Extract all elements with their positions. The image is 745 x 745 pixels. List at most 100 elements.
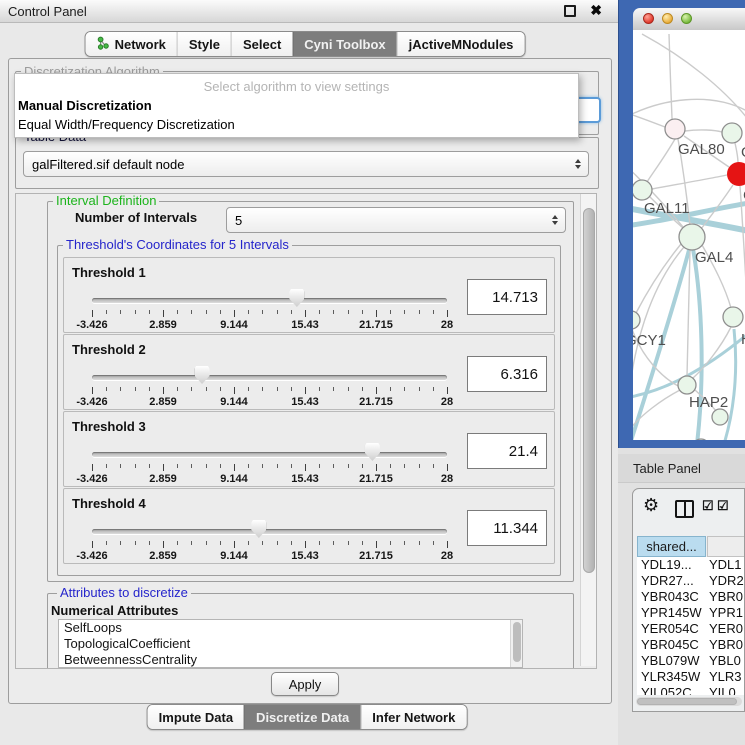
network-node-ga[interactable] (722, 123, 742, 143)
close-traffic-light-icon[interactable] (643, 13, 654, 24)
threshold-value-field[interactable]: 11.344 (467, 510, 547, 546)
column-header-shared-name[interactable]: shared... (637, 536, 706, 557)
tab-cyni-toolbox[interactable]: Cyni Toolbox (292, 32, 396, 56)
algorithm-option-manual-discretization[interactable]: Manual Discretization (15, 96, 578, 115)
column-layout-icon[interactable] (675, 500, 694, 518)
cell-shared-name[interactable]: YDL19... (641, 557, 692, 573)
table-row[interactable]: YDL19... YDL1 (637, 557, 744, 573)
threshold-value-field[interactable]: 14.713 (467, 279, 547, 315)
tick-mark (390, 464, 391, 468)
settings-vertical-scrollbar[interactable] (580, 194, 597, 666)
table-row[interactable]: YPR145W YPR1 (637, 605, 744, 621)
tab-discretize-data[interactable]: Discretize Data (244, 705, 360, 729)
network-node-gal4[interactable] (679, 224, 705, 250)
table-horizontal-scrollbar-thumb[interactable] (637, 698, 737, 705)
settings-scrollbar-thumb[interactable] (583, 208, 595, 573)
slider-thumb[interactable] (365, 443, 380, 461)
network-node-hap2[interactable] (678, 376, 696, 394)
cell-shared-name[interactable]: YPR145W (641, 605, 702, 621)
tick-mark (120, 387, 121, 391)
cell-name[interactable]: YDR2 (709, 573, 744, 589)
table-row[interactable]: YLR345W YLR3 (637, 669, 744, 685)
cell-name[interactable]: YER0 (709, 621, 743, 637)
attribute-list-item-betweennesscentrality[interactable]: BetweennessCentrality (59, 652, 522, 668)
apply-button[interactable]: Apply (271, 672, 339, 696)
slider-thumb[interactable] (289, 289, 304, 307)
column-header-name[interactable]: na (707, 536, 745, 557)
number-of-intervals-combobox[interactable]: 5 (226, 207, 566, 233)
table-row[interactable]: YBL079W YBL0 (637, 653, 744, 669)
cell-shared-name[interactable]: YLR345W (641, 669, 700, 685)
tick-mark (149, 310, 150, 314)
tick-mark (120, 310, 121, 314)
table-panel-region: Table Panel ⚙ ☑ ☑ shared... na YDL19...Y… (618, 448, 745, 745)
network-node-gcy1[interactable] (633, 311, 640, 329)
checkbox-icon[interactable]: ☑ (717, 498, 729, 514)
cell-shared-name[interactable]: YBR043C (641, 589, 699, 605)
gear-icon[interactable]: ⚙ (643, 495, 659, 516)
tick-label: 21.715 (359, 319, 393, 331)
slider-track[interactable] (92, 529, 447, 534)
slider-track[interactable] (92, 452, 447, 457)
table-row[interactable]: YER054C YER0 (637, 621, 744, 637)
table-row[interactable]: YIL052C YIL0 (637, 685, 744, 695)
tab-infer-network[interactable]: Infer Network (360, 705, 466, 729)
tick-mark (163, 464, 164, 471)
minimize-traffic-light-icon[interactable] (662, 13, 673, 24)
slider-thumb[interactable] (251, 520, 266, 538)
cell-shared-name[interactable]: YBR045C (641, 637, 699, 653)
network-canvas[interactable]: GAL80GACGAL11GAL4GCY1HHAP2 (633, 30, 745, 440)
network-node-node[interactable] (712, 409, 728, 425)
tab-impute-data[interactable]: Impute Data (148, 705, 244, 729)
table-row[interactable]: YBR043C YBR0 (637, 589, 744, 605)
network-node-gal80[interactable] (665, 119, 685, 139)
cell-name[interactable]: YIL0 (709, 685, 736, 695)
cell-name[interactable]: YDL1 (709, 557, 742, 573)
float-window-icon[interactable] (564, 5, 576, 17)
threshold-value-field[interactable]: 6.316 (467, 356, 547, 392)
cell-shared-name[interactable]: YER054C (641, 621, 699, 637)
cell-shared-name[interactable]: YDR27... (641, 573, 694, 589)
tab-network[interactable]: Network (86, 32, 177, 56)
tick-mark (135, 541, 136, 545)
cell-name[interactable]: YBL0 (709, 653, 741, 669)
slider-thumb[interactable] (195, 366, 210, 384)
tab-style[interactable]: Style (177, 32, 231, 56)
tab-select[interactable]: Select (231, 32, 292, 56)
threshold-value-field[interactable]: 21.4 (467, 433, 547, 469)
slider-track[interactable] (92, 375, 447, 380)
network-node-h[interactable] (723, 307, 743, 327)
attributes-list-scrollbar[interactable] (510, 620, 522, 667)
attribute-list-item-topologicalcoefficient[interactable]: TopologicalCoefficient (59, 636, 522, 652)
cell-name[interactable]: YBR0 (709, 637, 743, 653)
tab-jactivemnodules[interactable]: jActiveMNodules (397, 32, 525, 56)
table-row[interactable]: YBR045C YBR0 (637, 637, 744, 653)
network-node-gal11[interactable] (633, 180, 652, 200)
table-data-combobox[interactable]: galFiltered.sif default node (23, 151, 589, 177)
tick-mark (262, 464, 263, 468)
cell-name[interactable]: YBR0 (709, 589, 743, 605)
attributes-list-scrollbar-thumb[interactable] (513, 622, 521, 662)
tab-label: Infer Network (372, 710, 455, 725)
tick-mark (447, 541, 448, 548)
close-icon[interactable]: ✖ (590, 2, 602, 19)
network-node-c[interactable] (727, 162, 745, 186)
cell-shared-name[interactable]: YIL052C (641, 685, 692, 695)
table-horizontal-scrollbar[interactable] (636, 697, 742, 706)
table-row[interactable]: YDR27... YDR2 (637, 573, 744, 589)
tick-mark (262, 541, 263, 545)
cell-shared-name[interactable]: YBL079W (641, 653, 700, 669)
algorithm-placeholder-option[interactable]: Select algorithm to view settings (15, 74, 578, 96)
attribute-list-item-selfloops[interactable]: SelfLoops (59, 620, 522, 636)
algorithm-option-equal-width-frequency[interactable]: Equal Width/Frequency Discretization (15, 115, 578, 134)
tick-mark (319, 310, 320, 314)
cell-name[interactable]: YLR3 (709, 669, 742, 685)
zoom-traffic-light-icon[interactable] (681, 13, 692, 24)
network-node-node[interactable] (693, 439, 709, 440)
table-rows: YDL19...YDL1YDR27...YDR2YBR043CYBR0YPR14… (637, 557, 744, 695)
checkbox-icon[interactable]: ☑ (702, 498, 714, 514)
cell-name[interactable]: YPR1 (709, 605, 743, 621)
slider-track[interactable] (92, 298, 447, 303)
threshold-label: Threshold 4 (72, 496, 146, 511)
tick-mark (419, 541, 420, 545)
